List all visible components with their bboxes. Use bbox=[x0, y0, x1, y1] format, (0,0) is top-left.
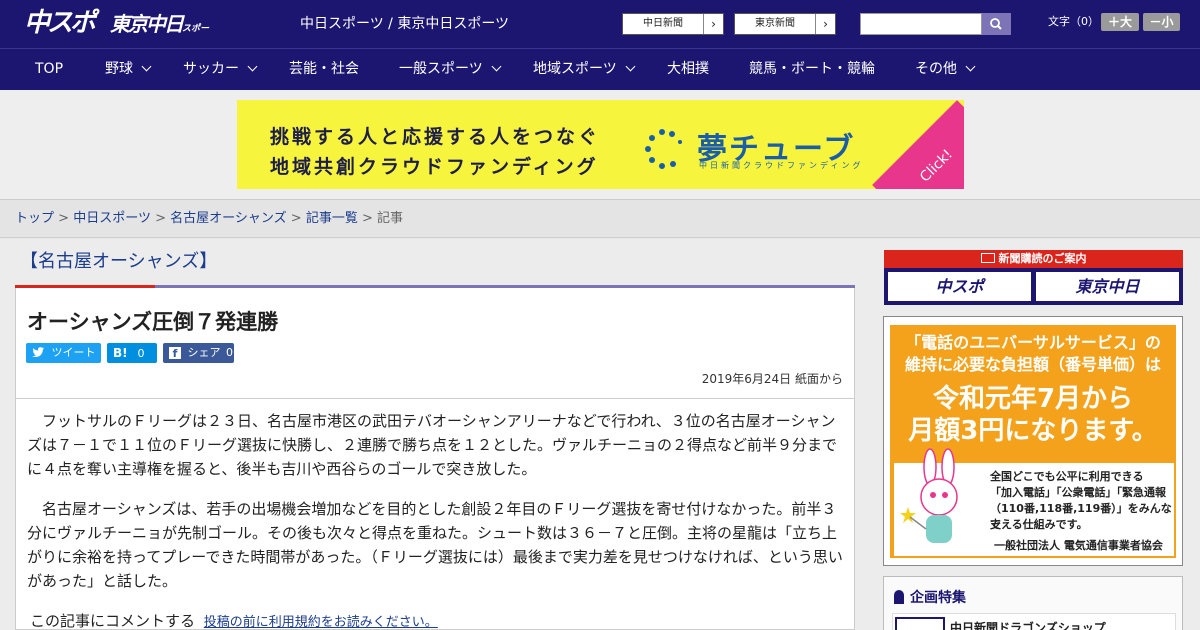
nav-item-local-sports[interactable]: 地域スポーツ bbox=[533, 49, 636, 91]
subscription-title: 新聞購読のご案内 bbox=[884, 250, 1183, 268]
facebook-label: シェア bbox=[187, 346, 221, 359]
breadcrumb-top[interactable]: トップ bbox=[15, 211, 54, 226]
ad-body-1: 全国どこでも公平に利用できる bbox=[990, 470, 1144, 483]
chevron-right-icon: › bbox=[703, 14, 723, 34]
nav-label: 一般スポーツ bbox=[399, 61, 483, 77]
feature-title-text: 企画特集 bbox=[910, 590, 966, 606]
chunichi-shimbun-link[interactable]: 中日新聞 › bbox=[622, 13, 724, 35]
chevron-right-icon: › bbox=[815, 14, 835, 34]
font-size-label: 文字（0） bbox=[1048, 15, 1099, 28]
feature-title: 企画特集 bbox=[894, 587, 966, 607]
article-paragraph: フットサルのＦリーグは２３日、名古屋市港区の武田テバオーシャンアリーナなどで行わ… bbox=[27, 412, 838, 478]
newspaper-icon bbox=[980, 253, 995, 263]
ad-body-4: 支える仕組みです。 bbox=[990, 518, 1088, 531]
breadcrumb-sep: > bbox=[290, 211, 302, 226]
nav-item-other[interactable]: その他 bbox=[915, 49, 976, 91]
search-input[interactable] bbox=[860, 13, 982, 35]
tweet-label: ツイート bbox=[51, 346, 96, 359]
ad-body-2: 「加入電話」「公衆電話」「緊急通報 bbox=[990, 486, 1166, 499]
chevron-down-icon bbox=[625, 61, 636, 72]
facebook-share-button[interactable]: f シェア 0 bbox=[163, 343, 234, 363]
tweet-button[interactable]: ツイート bbox=[26, 343, 101, 363]
chevron-down-icon bbox=[141, 61, 152, 72]
ext-link-label: 中日新聞 bbox=[643, 18, 683, 29]
category-title: 【名古屋オーシャンズ】 bbox=[20, 251, 218, 272]
main-nav: TOP 野球 サッカー 芸能・社会 一般スポーツ 地域スポーツ 大相撲 競馬・ボ… bbox=[0, 48, 1200, 90]
ad-headline-1: 「電話のユニバーサルサービス」の bbox=[905, 333, 1161, 352]
breadcrumb-article-list[interactable]: 記事一覧 bbox=[306, 211, 358, 226]
banner-line1: 挑戦する人と応援する人をつなぐ bbox=[270, 126, 601, 148]
twitter-icon bbox=[32, 347, 44, 357]
dots-logo-icon bbox=[645, 129, 682, 169]
subscription-box: 新聞購読のご案内 中スポ 東京中日 bbox=[884, 250, 1183, 305]
article-paragraph: 名古屋オーシャンズは、若手の出場機会増加などを目的とした創設２年目のＦリーグ選抜… bbox=[27, 500, 843, 590]
nav-item-soccer[interactable]: サッカー bbox=[183, 49, 258, 91]
facebook-count: 0 bbox=[226, 346, 233, 359]
ad-org: 一般社団法人 電気通信事業者協会 bbox=[994, 539, 1163, 552]
terms-link[interactable]: 投稿の前に利用規約をお読みください。 bbox=[204, 615, 438, 630]
nav-label: 大相撲 bbox=[667, 61, 709, 77]
search-button[interactable] bbox=[982, 13, 1011, 35]
chevron-down-icon bbox=[491, 61, 502, 72]
nav-item-general-sports[interactable]: 一般スポーツ bbox=[399, 49, 502, 91]
breadcrumb-sep: > bbox=[155, 211, 166, 226]
search-icon bbox=[990, 18, 1002, 30]
article-divider bbox=[16, 398, 854, 399]
site-header: 中スポ 東京中日スポーツ 中日スポーツ / 東京中日スポーツ 中日新聞 › 東京… bbox=[0, 0, 1200, 67]
font-larger-button[interactable]: ＋大 bbox=[1101, 13, 1139, 31]
ad-big-2: 月額3円になります。 bbox=[908, 416, 1158, 446]
nav-item-sumo[interactable]: 大相撲 bbox=[667, 49, 709, 91]
tokyo-shimbun-link[interactable]: 東京新聞 › bbox=[734, 13, 836, 35]
ext-link-label: 東京新聞 bbox=[755, 18, 795, 29]
universal-service-ad[interactable]: 「電話のユニバーサルサービス」の 維持に必要な負担額（番号単価）は 令和元年7月… bbox=[883, 316, 1183, 566]
subscription-title-text: 新聞購読のご案内 bbox=[998, 252, 1087, 265]
nav-item-baseball[interactable]: 野球 bbox=[105, 49, 152, 91]
nav-item-racing[interactable]: 競馬・ボート・競輪 bbox=[749, 49, 875, 91]
breadcrumb-oceans[interactable]: 名古屋オーシャンズ bbox=[170, 211, 286, 226]
hatena-icon: B! bbox=[113, 346, 128, 360]
breadcrumb-sep: > bbox=[361, 211, 373, 226]
nav-label: TOP bbox=[35, 61, 64, 77]
banner-line2: 地域共創クラウドファンディング bbox=[270, 156, 599, 178]
ad-big-1: 令和元年7月から bbox=[932, 384, 1134, 414]
nav-label: その他 bbox=[915, 61, 957, 77]
feature-thumb bbox=[895, 617, 945, 630]
tokyo-chunichi-logo-text: 東京中日 bbox=[110, 12, 184, 36]
banner-brand-sub: 中日新聞クラウドファンディング bbox=[699, 161, 864, 170]
subscribe-tokyo-chunichi-button[interactable]: 東京中日 bbox=[1036, 272, 1179, 301]
ad-orange-panel: 「電話のユニバーサルサービス」の 維持に必要な負担額（番号単価）は 令和元年7月… bbox=[890, 325, 1176, 558]
nav-label: 競馬・ボート・競輪 bbox=[749, 61, 875, 77]
feature-box: 企画特集 中日新聞ドラゴンズショップ bbox=[883, 576, 1183, 630]
nav-label: 地域スポーツ bbox=[533, 61, 617, 77]
breadcrumb-current: 記事 bbox=[377, 211, 404, 226]
tokyo-chunichi-logo[interactable]: 東京中日スポーツ bbox=[110, 10, 210, 67]
nav-label: サッカー bbox=[183, 61, 239, 77]
ribbon-icon bbox=[894, 590, 904, 604]
subscribe-chunichi-sports-button[interactable]: 中スポ bbox=[888, 272, 1031, 301]
comment-section: この記事にコメントする 投稿の前に利用規約をお読みください。 bbox=[30, 610, 438, 630]
nav-item-entertainment[interactable]: 芸能・社会 bbox=[289, 49, 359, 91]
hatena-count: 0 bbox=[137, 347, 145, 360]
ad-headline-2: 維持に必要な負担額（番号単価）は bbox=[904, 355, 1161, 374]
feature-item-label: 中日新聞ドラゴンズショップ bbox=[950, 621, 1106, 630]
facebook-icon: f bbox=[169, 347, 181, 360]
hatena-bookmark-button[interactable]: B! 0 bbox=[107, 343, 157, 363]
chevron-down-icon bbox=[965, 61, 976, 72]
nav-label: 芸能・社会 bbox=[289, 61, 359, 77]
breadcrumb: トップ > 中日スポーツ > 名古屋オーシャンズ > 記事一覧 > 記事 bbox=[15, 210, 403, 228]
nav-item-top[interactable]: TOP bbox=[35, 49, 63, 91]
article-title: オーシャンズ圧倒７発連勝 bbox=[27, 310, 279, 334]
rabbit-mascot-icon bbox=[900, 448, 958, 543]
article-date: 2019年6月24日 紙面から bbox=[701, 372, 843, 386]
nav-label: 野球 bbox=[105, 61, 133, 77]
chunichi-sports-logo[interactable]: 中スポ bbox=[24, 8, 102, 38]
site-name: 中日スポーツ / 東京中日スポーツ bbox=[300, 16, 510, 32]
font-smaller-button[interactable]: －小 bbox=[1143, 13, 1180, 31]
chevron-down-icon bbox=[247, 61, 258, 72]
breadcrumb-sep: > bbox=[58, 211, 70, 226]
breadcrumb-chunichi-sports[interactable]: 中日スポーツ bbox=[73, 211, 151, 226]
crowdfunding-banner[interactable]: 挑戦する人と応援する人をつなぐ 地域共創クラウドファンディング 夢チューブ 中日… bbox=[237, 100, 964, 189]
comment-prompt: この記事にコメントする bbox=[30, 612, 196, 630]
